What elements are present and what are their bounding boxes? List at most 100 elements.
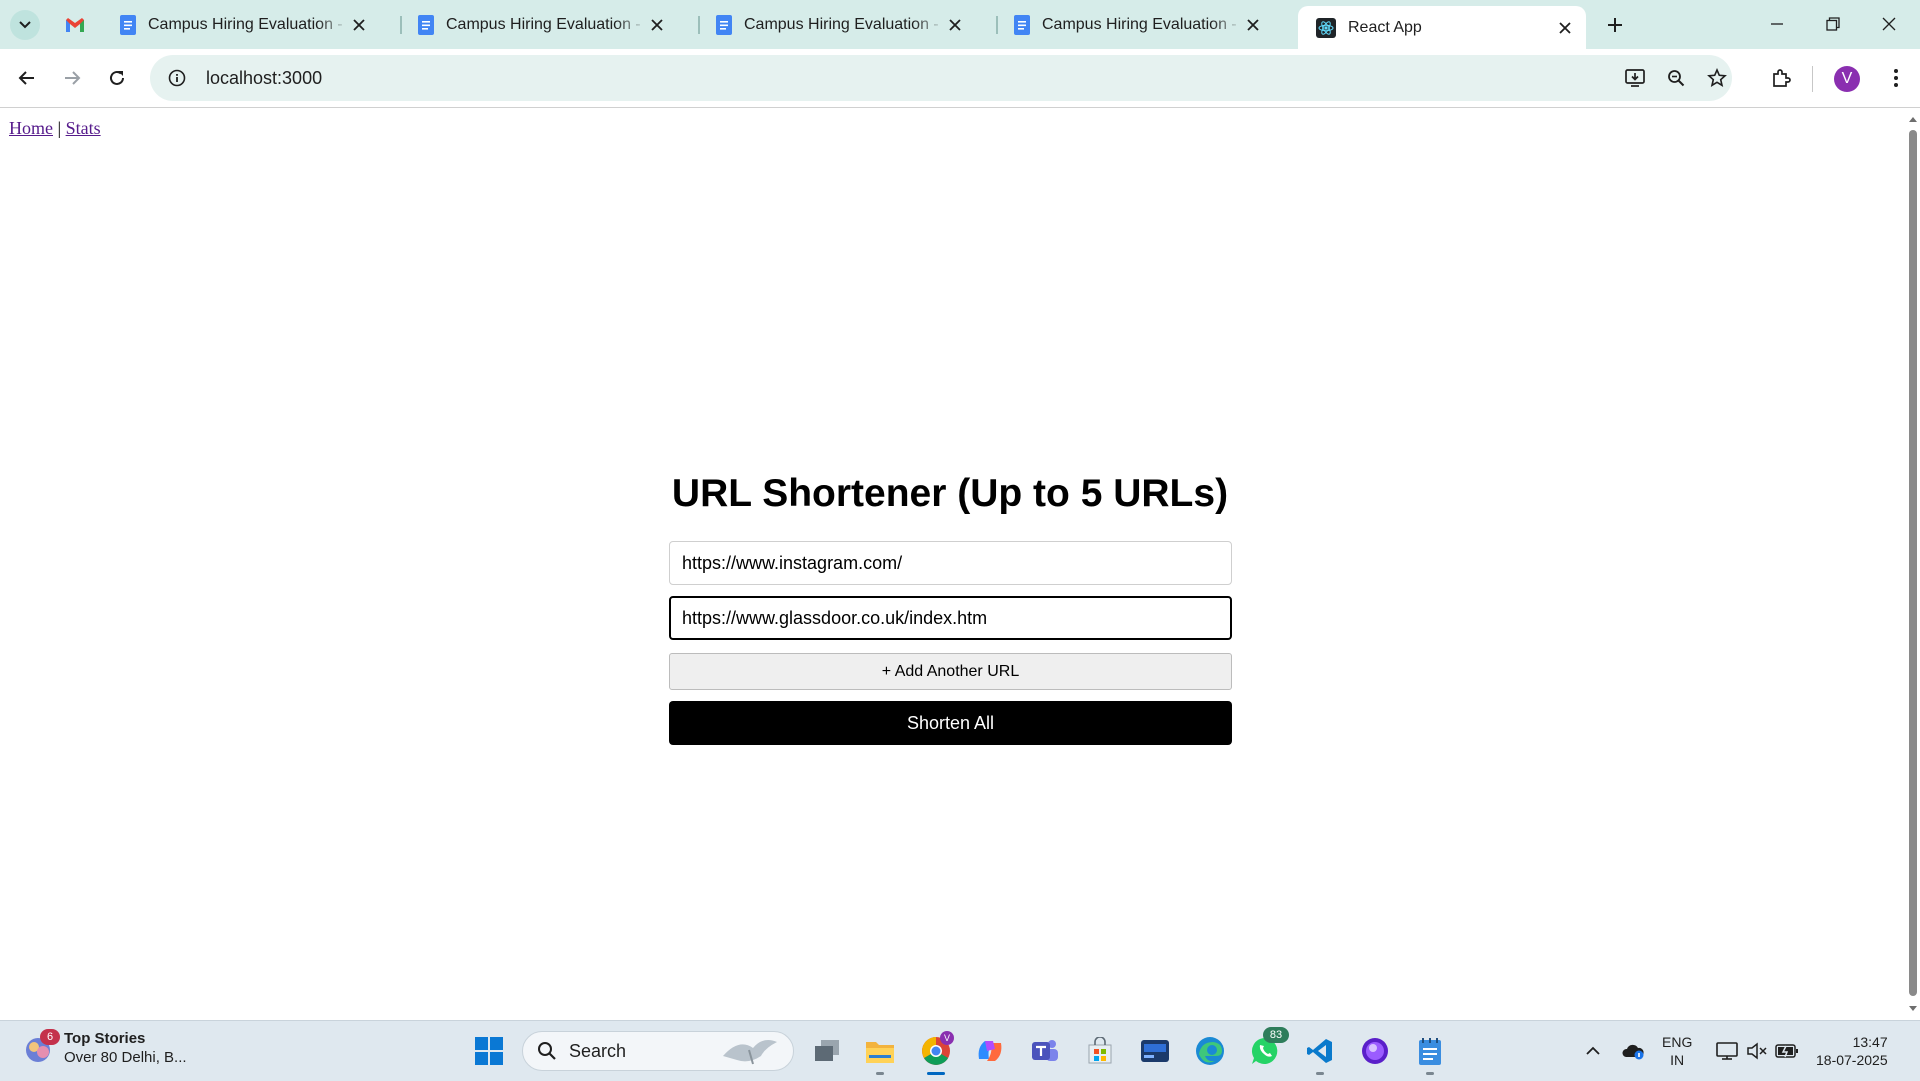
install-app-button[interactable] [1617, 55, 1653, 101]
new-tab-button[interactable] [1600, 10, 1630, 40]
tab-react-app[interactable]: React App [1298, 6, 1586, 49]
tab-campus-hiring-frontend[interactable]: Campus Hiring Evaluation - Fro [102, 8, 380, 42]
clock-time: 13:47 [1852, 1034, 1888, 1050]
onedrive-tray[interactable] [1618, 1035, 1648, 1067]
close-icon[interactable] [1554, 17, 1576, 39]
taskbar-notepad[interactable] [1408, 1029, 1452, 1075]
tab-title: Campus Hiring Evaluation - Fro [148, 16, 348, 33]
url-input-1[interactable] [669, 541, 1232, 585]
dev-icon [1141, 1040, 1169, 1062]
shorten-all-button[interactable]: Shorten All [669, 701, 1232, 745]
scroll-up-icon[interactable] [1908, 114, 1918, 124]
close-icon[interactable] [348, 14, 370, 36]
orb-icon [1362, 1038, 1388, 1064]
gmail-icon [66, 18, 84, 32]
pinned-tab-gmail[interactable] [60, 10, 90, 40]
taskbar-clock[interactable]: 13:47 18-07-2025 [1816, 1033, 1888, 1069]
browser-toolbar: localhost:3000 [0, 49, 1920, 108]
stats-link[interactable]: Stats [66, 118, 101, 138]
taskbar-app-orb[interactable] [1353, 1029, 1397, 1073]
clock-date: 18-07-2025 [1816, 1052, 1888, 1068]
menu-button[interactable] [1880, 62, 1912, 94]
copilot-icon [978, 1041, 1002, 1061]
edge-icon [1196, 1037, 1224, 1065]
docs-icon [120, 15, 136, 35]
tab-campus-hiring-full[interactable]: Campus Hiring Evaluation - Full [996, 8, 1274, 42]
tab-campus-hiring-backend[interactable]: Campus Hiring Evaluation - Bac [400, 8, 678, 42]
zoom-out-icon [1668, 70, 1685, 87]
taskbar-copilot[interactable] [968, 1029, 1012, 1073]
install-icon [1625, 69, 1645, 87]
site-info-icon[interactable] [162, 69, 192, 87]
chevron-up-icon [1586, 1046, 1600, 1055]
address-bar[interactable]: localhost:3000 [150, 55, 1732, 101]
search-icon [538, 1042, 556, 1060]
task-view-icon [815, 1040, 839, 1061]
minimize-icon [1771, 23, 1783, 25]
url-input-2[interactable] [669, 596, 1232, 640]
nav-separator: | [57, 118, 62, 138]
volume-tray[interactable] [1742, 1035, 1772, 1067]
more-vertical-icon [1894, 69, 1898, 87]
store-icon [1088, 1037, 1112, 1064]
add-url-button[interactable]: + Add Another URL [669, 653, 1232, 690]
show-hidden-icons-button[interactable] [1578, 1035, 1608, 1067]
tab-campus-hiring-pre[interactable]: Campus Hiring Evaluation - Pre [698, 8, 976, 42]
restore-button[interactable] [1808, 6, 1858, 42]
input-language[interactable]: ENG IN [1662, 1033, 1692, 1069]
scroll-down-icon[interactable] [1908, 1004, 1918, 1014]
extensions-button[interactable] [1765, 62, 1797, 94]
taskbar-vscode[interactable] [1298, 1029, 1342, 1075]
start-button[interactable] [467, 1029, 511, 1073]
news-widget[interactable]: 6 Top Stories Over 80 Delhi, B... [22, 1029, 187, 1067]
taskbar-task-view[interactable] [805, 1029, 849, 1073]
region-code: IN [1670, 1052, 1685, 1068]
arrow-left-icon [18, 71, 34, 85]
taskbar-store[interactable] [1078, 1029, 1122, 1073]
docs-icon [418, 15, 434, 35]
back-button[interactable] [11, 62, 43, 94]
reload-button[interactable] [101, 62, 133, 94]
minimize-button[interactable] [1752, 6, 1802, 42]
arrow-right-icon [65, 71, 81, 85]
scroll-thumb[interactable] [1909, 130, 1917, 996]
taskbar-chrome[interactable]: V [914, 1029, 958, 1075]
plus-icon [1608, 18, 1622, 32]
tab-search-button[interactable] [10, 10, 40, 40]
news-icon: 6 [22, 1029, 60, 1065]
network-icon [1716, 1042, 1738, 1060]
close-icon[interactable] [1242, 14, 1264, 36]
battery-charging-icon [1775, 1044, 1798, 1058]
home-link[interactable]: Home [9, 118, 53, 138]
star-icon [1707, 68, 1727, 87]
tab-title: React App [1348, 18, 1422, 36]
bird-doodle-icon [723, 1040, 777, 1065]
zoom-button[interactable] [1658, 55, 1694, 101]
close-icon[interactable] [944, 14, 966, 36]
chrome-profile-badge: V [940, 1031, 954, 1045]
reload-icon [110, 70, 124, 85]
vscode-icon [1307, 1039, 1332, 1063]
bookmark-button[interactable] [1699, 55, 1735, 101]
taskbar-search[interactable]: Search [522, 1031, 794, 1071]
taskbar-whatsapp[interactable]: 83 [1243, 1027, 1289, 1073]
close-icon[interactable] [646, 14, 668, 36]
windows-taskbar: 6 Top Stories Over 80 Delhi, B... Search… [0, 1020, 1920, 1081]
battery-tray[interactable] [1772, 1035, 1802, 1067]
tab-title: Campus Hiring Evaluation - Full [1042, 16, 1242, 33]
taskbar-edge[interactable] [1188, 1029, 1232, 1073]
address-text: localhost:3000 [206, 67, 323, 88]
page-scrollbar[interactable] [1906, 108, 1920, 1020]
tab-strip: Campus Hiring Evaluation - Fro Campus Hi… [0, 0, 1920, 49]
close-icon [1882, 17, 1896, 31]
network-tray[interactable] [1712, 1035, 1742, 1067]
taskbar-file-explorer[interactable] [858, 1029, 902, 1075]
profile-avatar[interactable]: V [1834, 66, 1860, 92]
forward-button[interactable] [56, 62, 88, 94]
page-title: URL Shortener (Up to 5 URLs) [671, 472, 1229, 515]
cloud-icon [1622, 1044, 1644, 1060]
puzzle-icon [1773, 69, 1791, 87]
taskbar-teams[interactable] [1023, 1029, 1067, 1073]
taskbar-devhome[interactable] [1133, 1029, 1177, 1073]
close-window-button[interactable] [1864, 6, 1914, 42]
